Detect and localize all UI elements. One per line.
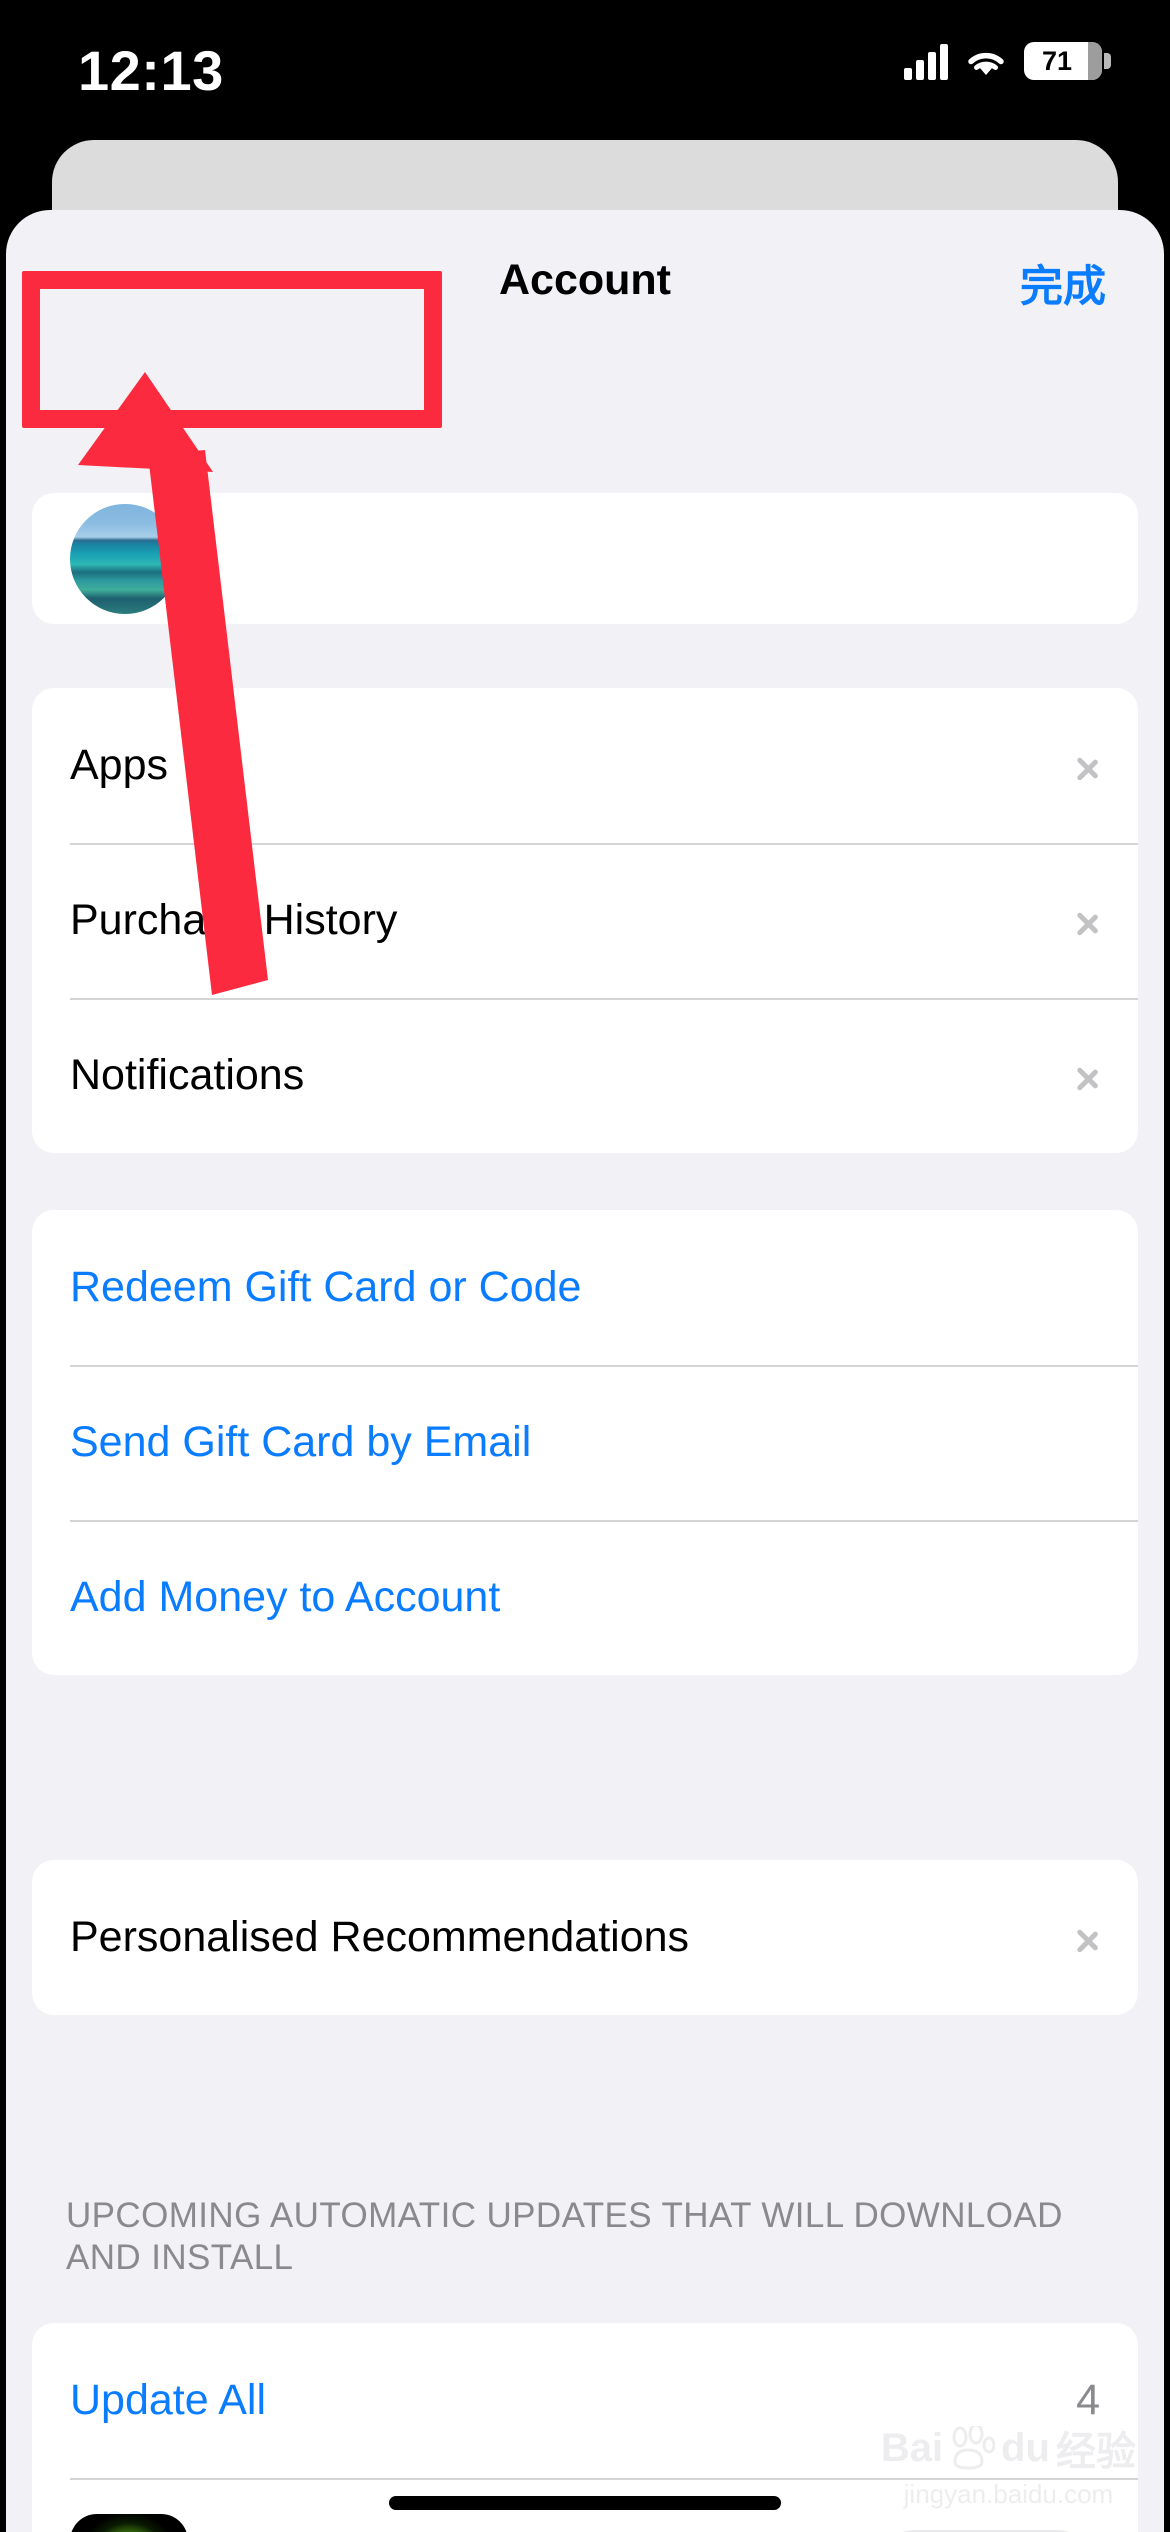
status-bar-indicators: 71 [904,42,1111,80]
account-sheet: Account 完成 Apps Purchase History Notific… [6,210,1164,2532]
updates-section-header: UPCOMING AUTOMATIC UPDATES THAT WILL DOW… [66,2196,1063,2277]
menu-item-label: Notifications [70,1051,305,1099]
menu-item-label: Add Money to Account [70,1573,501,1621]
navigation-bar: Account 完成 [6,210,1164,360]
xingtu-app-icon [70,2514,188,2532]
menu-item-label: Redeem Gift Card or Code [70,1263,582,1311]
home-indicator [389,2496,781,2510]
menu-section-card: Apps Purchase History Notifications [32,688,1138,1153]
menu-item-label: Send Gift Card by Email [70,1418,532,1466]
sidebar-item-apps[interactable]: Apps [32,688,1138,843]
chevron-right-icon [1076,744,1100,788]
update-all-row[interactable]: Update All 4 [32,2323,1138,2478]
menu-item-label: Personalised Recommendations [70,1913,690,1961]
avatar[interactable] [70,503,180,614]
app-name: 醒图 [216,2518,395,2532]
sidebar-item-notifications[interactable]: Notifications [32,998,1138,1153]
cellular-signal-icon [904,42,948,80]
done-button[interactable]: 完成 [1020,252,1106,314]
page-title: Account [499,256,671,304]
update-count-badge: 4 [1076,2376,1100,2424]
recommendations-section-card: Personalised Recommendations [32,1860,1138,2015]
sidebar-item-personalised-recommendations[interactable]: Personalised Recommendations [32,1860,1138,2015]
add-money-button[interactable]: Add Money to Account [32,1520,1138,1675]
battery-icon: 71 [1024,42,1111,80]
account-avatar-row[interactable] [32,493,1138,624]
menu-item-label: Apps [70,741,169,789]
chevron-right-icon [1076,899,1100,943]
redeem-gift-card-button[interactable]: Redeem Gift Card or Code [32,1210,1138,1365]
battery-percent-label: 71 [1041,45,1073,76]
update-all-label: Update All [70,2376,267,2424]
gift-section-card: Redeem Gift Card or Code Send Gift Card … [32,1210,1138,1675]
wifi-icon [964,44,1008,78]
chevron-right-icon [1076,1054,1100,1098]
chevron-right-icon [1076,1916,1100,1960]
status-bar-time: 12:13 [78,39,224,102]
status-bar: 12:13 71 [0,0,1170,150]
sidebar-item-purchase-history[interactable]: Purchase History [32,843,1138,998]
menu-item-label: Purchase History [70,896,398,944]
iphone-screen: 12:13 71 Account 完成 Apps Purchase Histor… [0,0,1170,2532]
send-gift-card-button[interactable]: Send Gift Card by Email [32,1365,1138,1520]
